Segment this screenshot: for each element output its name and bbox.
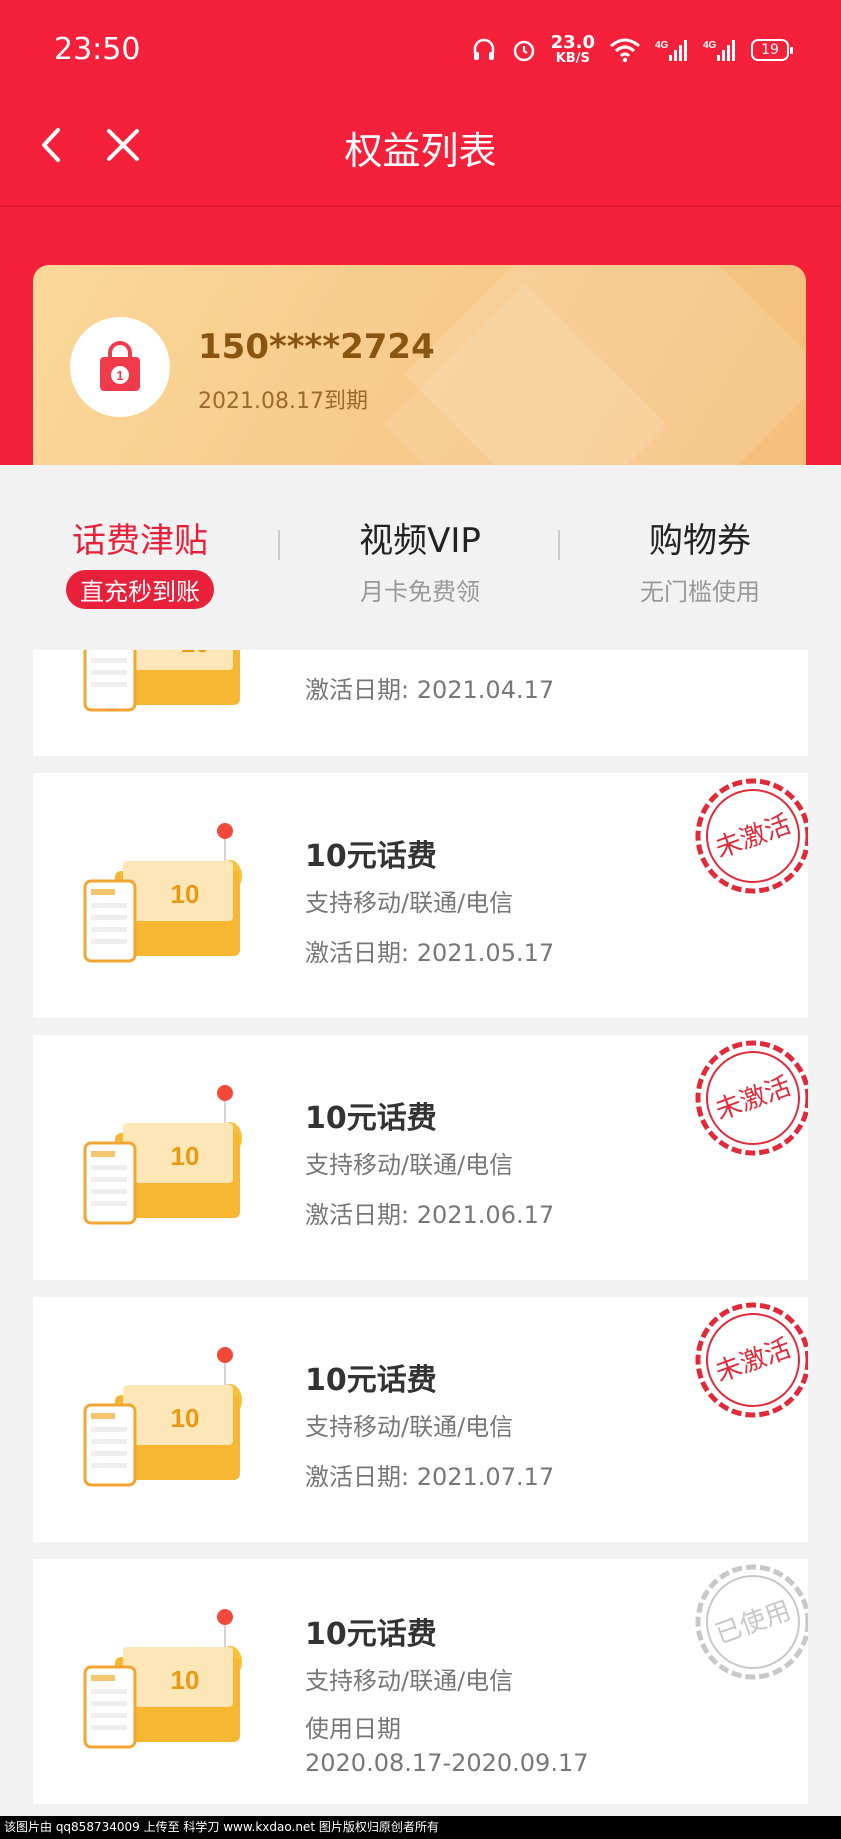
coupon-amount: 10 [171, 1403, 200, 1433]
activation-date: 激活日期: 2021.07.17 [305, 1463, 555, 1491]
stamp-text: 已使用 [712, 1596, 796, 1651]
tab-separator [278, 530, 280, 560]
shopping-bag-icon: 1 [100, 341, 140, 391]
wifi-icon [610, 38, 640, 62]
tab-shopping-coupon[interactable]: 购物券 无门槛使用 [560, 513, 840, 607]
tab-video-vip[interactable]: 视频VIP 月卡免费领 [280, 513, 560, 607]
stamp-text: 未激活 [712, 1334, 796, 1389]
coupon-illustration: 10 [83, 1609, 242, 1749]
stamp-text: 未激活 [712, 810, 796, 865]
nav-bar: 权益列表 [0, 100, 841, 205]
tab-title: 视频VIP [359, 521, 481, 561]
list-item[interactable]: 10 10元话费 支持移动/联通/电信 激活日期: 2021.07.17 未激活 [33, 1297, 808, 1542]
tab-subtitle: 月卡免费领 [360, 578, 480, 606]
coupon-amount: 10 [171, 1665, 200, 1695]
coupon-amount: 10 [171, 1141, 200, 1171]
coupon-carriers: 支持移动/联通/电信 [305, 889, 514, 917]
activation-date: 激活日期: 2021.06.17 [305, 1201, 555, 1229]
signal-icon-1: 4G [655, 39, 687, 61]
net-speed-value: 23.0 [550, 32, 595, 53]
coupon-title: 10元话费 [305, 1617, 437, 1652]
activation-date: 激活日期: 2021.05.17 [305, 939, 555, 967]
usage-date-range: 2020.08.17-2020.09.17 [305, 1749, 589, 1777]
nav-divider [0, 205, 841, 207]
status-time: 23:50 [54, 32, 141, 67]
tabs-panel: 话费津贴 直充秒到账 视频VIP 月卡免费领 购物券 无门槛使用 [0, 465, 841, 650]
list-item[interactable]: 10 激活日期: 2021.04.17 [33, 650, 808, 756]
battery-icon: 19 [751, 38, 793, 61]
coupon-carriers: 支持移动/联通/电信 [305, 1667, 514, 1695]
coupon-illustration: 10 [83, 650, 240, 712]
tab-subtitle: 无门槛使用 [640, 578, 760, 606]
coupon-title: 10元话费 [305, 1101, 437, 1136]
coupon-illustration: 10 [83, 1347, 242, 1487]
list-item[interactable]: 10 10元话费 支持移动/联通/电信 激活日期: 2021.05.17 未激活 [33, 773, 808, 1018]
usage-date-label: 使用日期 [305, 1715, 401, 1743]
list-item[interactable]: 10 10元话费 支持移动/联通/电信 激活日期: 2021.06.17 未激活 [33, 1035, 808, 1280]
activation-date: 激活日期: 2021.04.17 [305, 676, 555, 704]
tab-title: 话费津贴 [72, 521, 208, 561]
alarm-icon [513, 40, 534, 61]
coupon-amount: 10 [171, 879, 200, 909]
net-speed-unit: KB/S [555, 51, 590, 66]
page-title: 权益列表 [344, 129, 497, 173]
tab-subtitle: 直充秒到账 [66, 570, 214, 609]
coupon-carriers: 支持移动/联通/电信 [305, 1151, 514, 1179]
not-activated-stamp: 未激活 [695, 778, 808, 894]
tab-separator [558, 530, 560, 560]
list-item[interactable]: 10 10元话费 支持移动/联通/电信 使用日期 2020.08.17-2020… [33, 1559, 808, 1804]
avatar: 1 [70, 317, 170, 417]
member-card: 1 150****2724 2021.08.17到期 [33, 265, 806, 480]
watermark-footer: 该图片由 qq858734009 上传至 科学刀 www.kxdao.net 图… [0, 1816, 841, 1839]
coupon-illustration: 10 [83, 823, 242, 963]
status-bar: 23:50 23.0 KB/S 4G 4G 19 [0, 0, 841, 100]
coupon-title: 10元话费 [305, 839, 437, 874]
svg-text:4G: 4G [703, 40, 717, 51]
coupon-illustration: 10 [83, 1085, 242, 1225]
tab-phone-allowance[interactable]: 话费津贴 直充秒到账 [0, 513, 280, 609]
net-speed: 23.0 KB/S [550, 32, 595, 66]
signal-icon-2: 4G [703, 39, 735, 61]
status-icons: 23.0 KB/S 4G 4G 19 [471, 32, 793, 66]
not-activated-stamp: 未激活 [695, 1040, 808, 1156]
used-stamp: 已使用 [695, 1564, 808, 1680]
svg-text:1: 1 [116, 368, 123, 383]
coupon-carriers: 支持移动/联通/电信 [305, 1413, 514, 1441]
svg-text:4G: 4G [655, 40, 669, 51]
tab-title: 购物券 [649, 521, 751, 561]
stamp-text: 未激活 [712, 1072, 796, 1127]
coupon-amount: 10 [181, 650, 210, 658]
member-phone: 150****2724 [198, 327, 435, 367]
headphones-icon [473, 38, 494, 60]
coupon-title: 10元话费 [305, 1363, 437, 1398]
not-activated-stamp: 未激活 [695, 1302, 808, 1418]
member-expire-date: 2021.08.17到期 [198, 389, 368, 414]
